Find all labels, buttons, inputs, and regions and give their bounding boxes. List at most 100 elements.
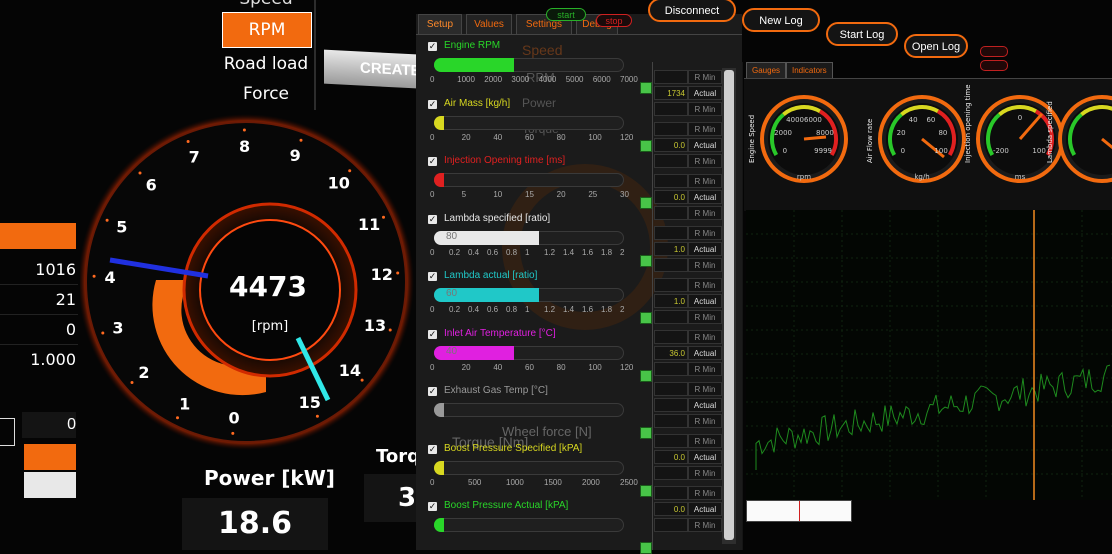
cell-blank [654,258,688,272]
rpm-tick-mark [138,171,142,175]
chart-overview-strip[interactable] [746,500,852,522]
cell-value: 1734 [654,86,688,100]
divider [0,284,78,285]
row-checkbox[interactable]: ✓ [428,272,437,281]
gauge-tick-label: 8000 [816,129,834,137]
gauge-tick-label: 9999 [814,147,832,155]
gauge-title: Air Flow rate [866,119,874,163]
row-checkbox[interactable]: ✓ [428,502,437,511]
mode-speed[interactable]: Speed [222,0,310,8]
rpm-tick-label: 4 [105,268,116,287]
row-tick-label: 1000 [506,477,524,487]
row-bar-fill [434,173,444,187]
cell-range-min: R Min [688,174,722,188]
create-button[interactable]: CREATE [324,49,421,89]
cell-range-min: R Min [688,466,722,480]
gauge-tick-label: 80 [938,129,947,137]
row-checkbox[interactable]: ✓ [428,42,437,51]
row-tick-label: 2000 [484,75,503,84]
left-edge-box [0,418,15,446]
row-tick-label: 25 [588,190,598,199]
cell-range-min: R Min [688,518,722,532]
row-status-square[interactable] [640,369,652,382]
row-status-square[interactable] [640,312,652,324]
rpm-tick-label: 1 [179,394,190,413]
gauge-title: Injection opening time [964,84,972,163]
row-tick-label: 0.2 [449,247,461,257]
row-bar-fill [434,403,444,417]
row-checkbox[interactable]: ✓ [428,157,437,166]
row-tick-label: 0.6 [487,247,499,257]
row-tick-label: 15 [525,190,534,199]
row-tick-label: 7000 [620,75,638,84]
row-bar-track [434,518,624,532]
mini-gauge: 0 2000 4000 6000 8000 9999 rpm Engine Speed [748,95,848,183]
row-label: Boost Pressure Specified [kPA] [444,442,583,454]
cell-range-min: R Min [688,486,722,500]
gauge-unit: rpm [797,173,811,181]
row-checkbox[interactable]: ✓ [428,329,437,339]
rpm-tick-mark [130,381,134,384]
row-tick-label: 80 [556,132,566,142]
orange-toggle[interactable] [24,444,76,470]
row-status-square[interactable] [640,427,652,439]
rpm-value: 4473 [229,270,307,303]
row-status-square[interactable] [640,139,652,152]
left-value-4: 1.000 [30,350,76,369]
chart-trace [755,364,1111,470]
row-status-square[interactable] [640,197,652,209]
gauge-unit: kg/h [914,173,929,181]
tab-setup[interactable]: Setup [418,14,462,34]
row-checkbox[interactable]: ✓ [428,99,437,109]
gauge-tick-label: 60 [926,116,935,124]
row-tick-label: 6000 [592,75,611,84]
cell-range-min: R Min [688,226,722,240]
row-status-square[interactable] [640,484,652,497]
cell-actual-label: Actual [688,502,722,516]
cell-actual-label: Actual [688,294,722,308]
rpm-tick-label: 7 [189,147,200,166]
scrollbar-thumb[interactable] [724,70,734,540]
row-label: Boost Pressure Actual [kPA] [444,500,569,511]
cell-blank [654,102,688,116]
row-tick-label: 100 [588,362,602,372]
rpm-tick-mark [101,331,105,335]
row-status-square[interactable] [640,542,652,554]
row-bar-track [434,403,624,417]
disconnect-button[interactable]: Disconnect [648,0,736,22]
cell-blank [654,174,688,188]
white-toggle[interactable] [24,472,76,498]
cell-value: 1.0 [654,242,688,256]
gauges-strip: 0 2000 4000 6000 8000 9999 rpm Engine Speed 0 20 4… [744,78,1112,211]
row-status-square[interactable] [640,254,652,267]
row-checkbox[interactable]: ✓ [428,387,437,396]
row-checkbox[interactable]: ✓ [428,214,437,224]
row-status-square[interactable] [640,82,652,94]
cell-value: 0.0 [654,450,688,464]
start-log-button[interactable]: Start Log [826,22,898,46]
power-value: 18.6 [182,498,328,550]
new-log-button[interactable]: New Log [742,8,820,32]
rpm-tick-label: 9 [290,146,301,165]
row-bar-label: 80 [446,230,458,242]
mode-road-load[interactable]: Road load [222,52,310,76]
start-button[interactable]: start [546,8,586,21]
stop-button[interactable]: stop [596,14,632,27]
row-label: Lambda actual [ratio] [444,270,538,281]
cell-blank [654,362,688,376]
divider [0,344,78,345]
row-tick-label: 0 [430,477,435,487]
rpm-tick-mark [315,414,319,418]
open-log-button[interactable]: Open Log [904,34,968,58]
row-tick-label: 3000 [511,75,530,84]
row-tick-label: 2 [620,305,625,314]
rpm-tick-mark [231,431,235,435]
tab-values[interactable]: Values [466,14,512,34]
left-value-2: 21 [55,290,76,309]
gauge-tick-label: 6000 [804,116,822,124]
row-bar-track [434,115,624,130]
mode-rpm[interactable]: RPM [222,12,312,48]
row-checkbox[interactable]: ✓ [428,444,437,454]
row-tick-label: 500 [468,477,482,487]
row-label: Lambda specified [ratio] [444,212,551,224]
